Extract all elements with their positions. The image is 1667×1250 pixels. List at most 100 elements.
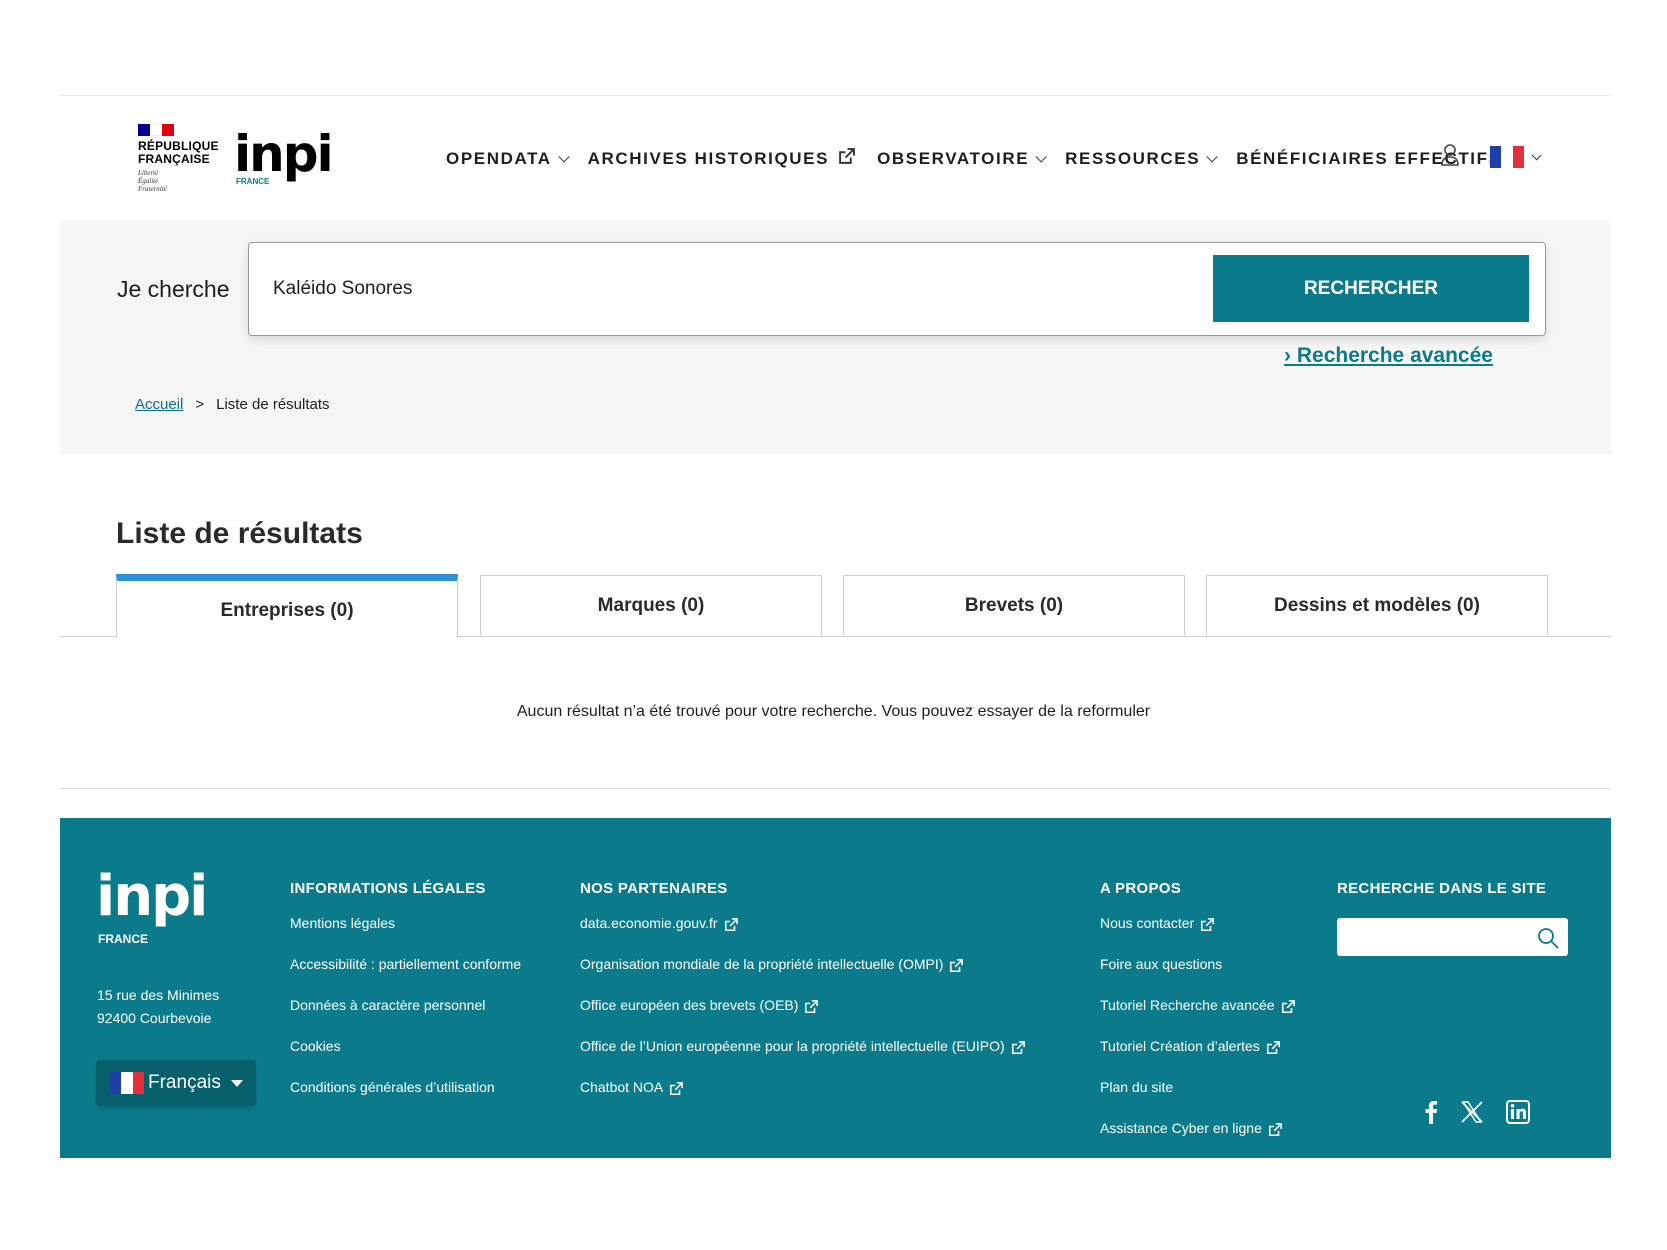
external-link-icon <box>669 1079 684 1103</box>
footer-language-select[interactable]: Français <box>96 1060 256 1106</box>
footer-link[interactable]: Chatbot NOA <box>580 1075 1025 1116</box>
french-flag-icon <box>1490 146 1524 168</box>
footer-link[interactable]: Organisation mondiale de la propriété in… <box>580 952 1025 993</box>
footer-link[interactable]: Tutoriel Création d’alertes <box>1100 1034 1295 1075</box>
footer-link[interactable]: Mentions légales <box>290 911 521 952</box>
rf-motto-3: Fraternité <box>138 185 167 193</box>
search-label: Je cherche <box>117 276 230 302</box>
external-link-icon <box>949 956 964 980</box>
footer-link-label: Mentions légales <box>290 915 396 931</box>
advanced-search-link[interactable]: › Recherche avancée <box>1284 344 1493 368</box>
tab-dessins-modeles[interactable]: Dessins et modèles (0) <box>1206 575 1548 637</box>
external-link-icon <box>1266 1038 1280 1062</box>
footer-link[interactable]: Tutoriel Recherche avancée <box>1100 993 1295 1034</box>
footer-address: 15 rue des Minimes 92400 Courbevoie <box>97 984 219 1030</box>
breadcrumb-current: Liste de résultats <box>216 396 330 413</box>
footer-col-title: RECHERCHE DANS LE SITE <box>1337 880 1547 897</box>
rf-motto-1: Liberté <box>138 169 159 177</box>
footer-link-label: Plan du site <box>1100 1079 1174 1095</box>
site-header: RÉPUBLIQUE FRANÇAISE Liberté Égalité Fra… <box>60 96 1611 220</box>
footer-link[interactable]: Données à caractère personnel <box>290 993 521 1034</box>
footer-address-line1: 15 rue des Minimes <box>97 987 220 1003</box>
chevron-down-icon <box>1531 149 1542 160</box>
inpi-logo[interactable]: inpi FRANCE <box>234 125 334 188</box>
empty-results-message: Aucun résultat n’a été trouvé pour votre… <box>516 703 1151 720</box>
footer-col-about: A PROPOS Nous contacter Foire aux questi… <box>1100 880 1295 1157</box>
footer-link[interactable]: Office européen des brevets (OEB) <box>580 993 1025 1034</box>
footer-col-title: A PROPOS <box>1100 880 1182 897</box>
footer-link-label: Nous contacter <box>1100 915 1195 931</box>
chevron-down-icon <box>558 151 570 163</box>
search-icon[interactable] <box>1536 926 1560 955</box>
main-nav: OPENDATA ARCHIVES HISTORIQUES OBSERVATOI… <box>446 148 1524 170</box>
rf-motto: Liberté Égalité Fraternité <box>138 169 222 193</box>
rf-motto-2: Égalité <box>138 177 159 185</box>
footer-link[interactable]: Office de l’Union européenne pour la pro… <box>580 1034 1025 1075</box>
footer-link-label: Organisation mondiale de la propriété in… <box>580 956 944 972</box>
footer-link[interactable]: Conditions générales d’utilisation <box>290 1075 521 1116</box>
external-link-icon <box>804 997 819 1021</box>
tab-marques[interactable]: Marques (0) <box>480 575 822 637</box>
external-link-icon <box>1281 997 1295 1021</box>
search-input[interactable] <box>273 271 1173 307</box>
external-link-icon <box>838 148 855 170</box>
footer-col-site-search: RECHERCHE DANS LE SITE <box>1337 880 1546 911</box>
breadcrumb-separator: > <box>195 396 205 413</box>
footer-link[interactable]: Cookies <box>290 1034 521 1075</box>
french-flag-icon <box>110 1072 144 1094</box>
user-account-button[interactable] <box>1440 143 1464 169</box>
footer-link[interactable]: Foire aux questions <box>1100 952 1295 993</box>
footer-site-search <box>1337 918 1568 956</box>
footer-link-label: Cookies <box>290 1038 341 1054</box>
footer-link-label: Conditions générales d’utilisation <box>290 1079 495 1095</box>
language-switcher[interactable] <box>1490 146 1542 168</box>
facebook-icon[interactable] <box>1424 1100 1438 1124</box>
tab-entreprises[interactable]: Entreprises (0) <box>116 574 458 638</box>
footer-link-label: Données à caractère personnel <box>290 997 486 1013</box>
breadcrumb-home[interactable]: Accueil <box>135 396 183 413</box>
footer-link[interactable]: Assistance Cyber en ligne <box>1100 1116 1295 1157</box>
nav-opendata-label: OPENDATA <box>446 149 552 168</box>
footer-link[interactable]: Plan du site <box>1100 1075 1295 1116</box>
linkedin-icon[interactable] <box>1506 1100 1530 1124</box>
x-twitter-icon[interactable] <box>1460 1100 1484 1124</box>
nav-ressources-label: RESSOURCES <box>1065 149 1201 168</box>
footer-col-partners: NOS PARTENAIRES data.economie.gouv.fr Or… <box>580 880 1025 1116</box>
footer-address-line2: 92400 Courbevoie <box>97 1010 212 1026</box>
tab-brevets[interactable]: Brevets (0) <box>843 575 1185 637</box>
footer-link-label: Foire aux questions <box>1100 956 1223 972</box>
advanced-search-label: Recherche avancée <box>1296 344 1493 367</box>
nav-archives-historiques[interactable]: ARCHIVES HISTORIQUES <box>588 148 855 170</box>
footer-link-label: Chatbot NOA <box>580 1079 664 1095</box>
inpi-logo-word: inpi <box>234 125 334 183</box>
marianne-flag-icon <box>138 124 174 136</box>
footer-link-label: Office de l’Union européenne pour la pro… <box>580 1038 1005 1054</box>
footer-col-title: NOS PARTENAIRES <box>580 880 728 897</box>
footer-link[interactable]: data.economie.gouv.fr <box>580 911 1025 952</box>
content-divider <box>60 788 1611 789</box>
user-icon <box>1441 144 1459 166</box>
nav-observatoire[interactable]: OBSERVATOIRE <box>877 149 1047 169</box>
footer-search-input[interactable] <box>1345 924 1525 950</box>
search-button[interactable]: RECHERCHER <box>1213 255 1529 322</box>
nav-archives-label: ARCHIVES HISTORIQUES <box>587 149 830 168</box>
footer-link-label: Tutoriel Recherche avancée <box>1100 997 1275 1013</box>
footer-language-label: Français <box>148 1072 221 1093</box>
footer-link-label: Assistance Cyber en ligne <box>1100 1120 1262 1136</box>
republique-francaise-logo[interactable]: RÉPUBLIQUE FRANÇAISE Liberté Égalité Fra… <box>138 124 222 196</box>
nav-observatoire-label: OBSERVATOIRE <box>877 149 1030 168</box>
footer-inpi-logo[interactable]: inpi FRANCE <box>96 869 208 947</box>
rf-name-line2: FRANÇAISE <box>138 152 210 166</box>
chevron-right-icon: › <box>1284 344 1291 367</box>
external-link-icon <box>1200 915 1215 939</box>
chevron-down-icon <box>1206 151 1218 163</box>
external-link-icon <box>1011 1038 1025 1062</box>
footer-link-label: Tutoriel Création d’alertes <box>1100 1038 1260 1054</box>
chevron-down-icon <box>1035 151 1047 163</box>
footer-logo-sub: FRANCE <box>98 932 148 946</box>
footer-link[interactable]: Accessibilité : partiellement conforme <box>290 952 521 993</box>
footer-link[interactable]: Nous contacter <box>1100 911 1295 952</box>
external-link-icon <box>724 915 738 939</box>
nav-opendata[interactable]: OPENDATA <box>446 149 570 169</box>
nav-ressources[interactable]: RESSOURCES <box>1065 149 1218 169</box>
